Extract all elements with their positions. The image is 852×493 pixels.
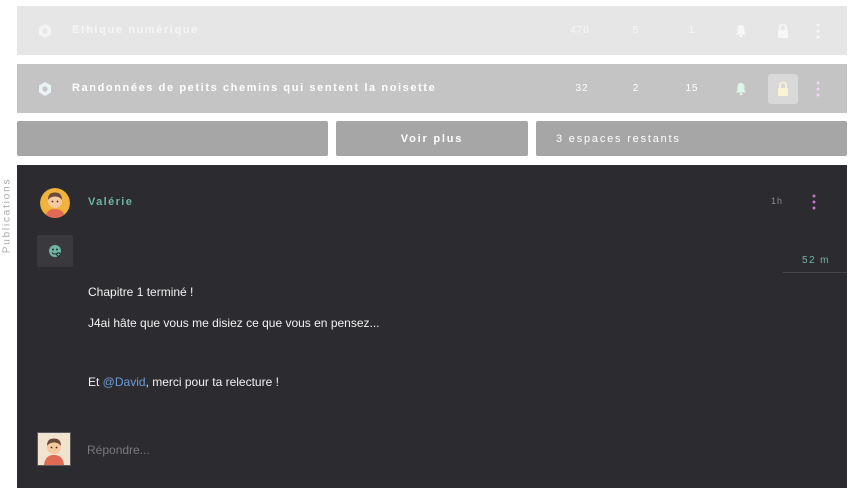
space-name: Randonnées de petits chemins qui sentent… [72, 82, 437, 94]
post-line-2: J4ai hâte que vous me disiez ce que vous… [88, 316, 380, 330]
reply-input[interactable] [87, 441, 587, 459]
more-options-icon[interactable] [814, 80, 822, 98]
post-line-3: Et @David, merci pour ta relecture ! [88, 375, 279, 389]
emoji-reaction-button[interactable] [37, 235, 73, 267]
avatar-illustration [44, 438, 64, 465]
empty-button[interactable] [17, 121, 328, 156]
space-stat-members: 32 [575, 83, 589, 94]
space-hexagon-icon [39, 82, 51, 96]
publications-side-label: Publications [1, 177, 13, 254]
lock-icon [778, 23, 788, 38]
post-card: Valérie 1h 52 m Chapitre 1 terminé ! J4a… [17, 165, 847, 488]
reply-avatar [37, 432, 71, 466]
space-stat-unread: 1 [688, 25, 696, 36]
mention-link[interactable]: @David [103, 375, 146, 389]
post-more-options-icon[interactable] [810, 193, 818, 211]
post-line-3-suffix: , merci pour ta relecture ! [145, 375, 279, 389]
remaining-spaces-button[interactable]: 3 espaces restants [536, 121, 847, 156]
more-options-icon[interactable] [814, 22, 822, 40]
read-time-divider [783, 272, 847, 273]
read-time: 52 m [802, 255, 830, 266]
space-stat-members: 470 [570, 25, 590, 36]
space-row-ethique[interactable]: Ethique numérique 470 5 1 [17, 6, 847, 55]
bell-icon[interactable] [734, 24, 748, 38]
lock-icon [778, 81, 788, 96]
avatar-illustration [40, 188, 70, 218]
lock-toggle[interactable] [768, 16, 798, 46]
space-name: Ethique numérique [72, 24, 199, 36]
space-stat-unread: 15 [685, 83, 699, 94]
lock-toggle[interactable] [768, 74, 798, 104]
author-name[interactable]: Valérie [88, 196, 133, 208]
post-line-3-prefix: Et [88, 375, 103, 389]
space-stat-publications: 2 [632, 83, 640, 94]
emoji-icon [49, 245, 61, 257]
bell-icon[interactable] [734, 82, 748, 96]
post-line-1: Chapitre 1 terminé ! [88, 285, 194, 299]
space-hexagon-icon [39, 24, 51, 38]
space-row-randonnees[interactable]: Randonnées de petits chemins qui sentent… [17, 64, 847, 113]
post-time: 1h [771, 196, 784, 206]
see-more-button[interactable]: Voir plus [336, 121, 528, 156]
author-avatar[interactable] [40, 188, 70, 218]
space-stat-publications: 5 [632, 25, 640, 36]
